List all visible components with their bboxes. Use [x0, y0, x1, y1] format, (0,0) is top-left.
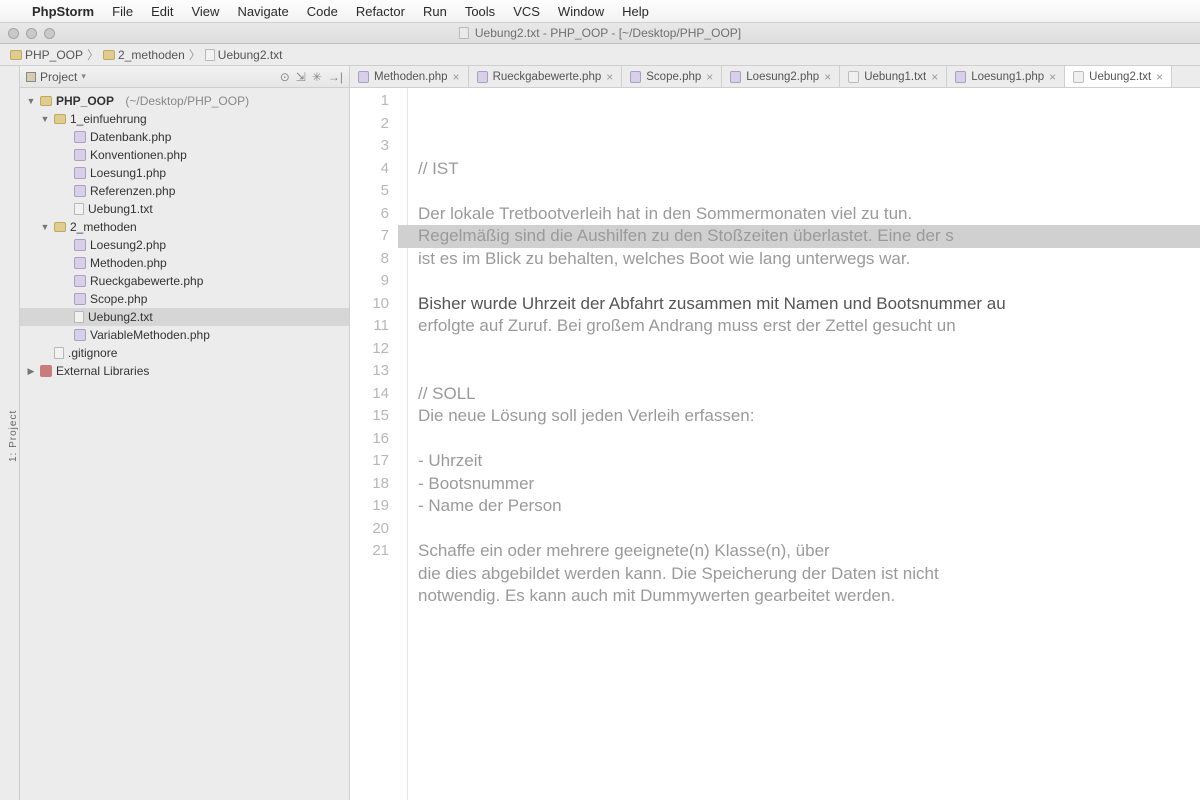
folder-icon	[54, 114, 66, 124]
window-titlebar: Uebung2.txt - PHP_OOP - [~/Desktop/PHP_O…	[0, 22, 1200, 44]
code-content[interactable]: // IST Der lokale Tretbootverleih hat in…	[408, 88, 1200, 800]
tree-root[interactable]: ▼PHP_OOP (~/Desktop/PHP_OOP)	[20, 92, 349, 110]
project-tool-button[interactable]: 1: Project	[8, 72, 19, 800]
tree-file[interactable]: Loesung2.php	[20, 236, 349, 254]
php-file-icon	[74, 167, 86, 179]
breadcrumb-item[interactable]: PHP_OOP	[10, 48, 83, 62]
scroll-from-source-icon[interactable]: ⊙	[280, 70, 290, 84]
breadcrumb-item[interactable]: Uebung2.txt	[205, 48, 283, 62]
text-file-icon	[848, 71, 859, 83]
tree-external-libraries[interactable]: ▶External Libraries	[20, 362, 349, 380]
close-tab-icon[interactable]: ×	[1156, 70, 1163, 84]
php-file-icon	[74, 257, 86, 269]
menu-tools[interactable]: Tools	[465, 4, 495, 19]
php-file-icon	[74, 329, 86, 341]
close-tab-icon[interactable]: ×	[824, 70, 831, 84]
window-title: Uebung2.txt - PHP_OOP - [~/Desktop/PHP_O…	[459, 26, 741, 40]
breadcrumb-item[interactable]: 2_methoden	[103, 48, 185, 62]
tree-file[interactable]: Rueckgabewerte.php	[20, 272, 349, 290]
window-minimize-icon[interactable]	[26, 28, 37, 39]
menu-refactor[interactable]: Refactor	[356, 4, 405, 19]
tree-file[interactable]: Uebung2.txt	[20, 308, 349, 326]
menu-code[interactable]: Code	[307, 4, 338, 19]
php-file-icon	[358, 71, 369, 83]
project-panel-header: Project ▾ ⊙ ⇲ ✳ →|	[20, 66, 349, 88]
tool-window-bar[interactable]: 1: Project	[0, 66, 20, 800]
folder-icon	[54, 222, 66, 232]
breadcrumb: PHP_OOP 〉 2_methoden 〉 Uebung2.txt	[0, 44, 1200, 66]
text-file-icon	[1073, 71, 1084, 83]
php-file-icon	[74, 275, 86, 287]
tree-folder[interactable]: ▼1_einfuehrung	[20, 110, 349, 128]
close-tab-icon[interactable]: ×	[931, 70, 938, 84]
menu-navigate[interactable]: Navigate	[237, 4, 288, 19]
tree-file[interactable]: Loesung1.php	[20, 164, 349, 182]
macos-menubar: PhpStorm File Edit View Navigate Code Re…	[0, 0, 1200, 22]
tree-file[interactable]: Methoden.php	[20, 254, 349, 272]
hide-icon[interactable]: →|	[328, 70, 343, 84]
window-zoom-icon[interactable]	[44, 28, 55, 39]
file-icon	[54, 347, 64, 359]
file-icon	[74, 203, 84, 215]
file-icon	[205, 49, 215, 61]
menu-help[interactable]: Help	[622, 4, 649, 19]
menu-view[interactable]: View	[191, 4, 219, 19]
project-icon	[26, 72, 36, 82]
close-tab-icon[interactable]: ×	[1049, 70, 1056, 84]
folder-icon	[103, 50, 115, 60]
php-file-icon	[74, 131, 86, 143]
tree-file[interactable]: Referenzen.php	[20, 182, 349, 200]
tab-uebung1-txt[interactable]: Uebung1.txt×	[840, 66, 947, 87]
document-icon	[459, 27, 469, 39]
app-name[interactable]: PhpStorm	[32, 4, 94, 19]
menu-file[interactable]: File	[112, 4, 133, 19]
tree-file[interactable]: VariableMethoden.php	[20, 326, 349, 344]
tree-file[interactable]: Scope.php	[20, 290, 349, 308]
tree-file[interactable]: Uebung1.txt	[20, 200, 349, 218]
tab-loesung2-php[interactable]: Loesung2.php×	[722, 66, 840, 87]
line-gutter: 123456789101112131415161718192021	[350, 88, 408, 800]
tab-methoden-php[interactable]: Methoden.php×	[350, 66, 469, 87]
tab-scope-php[interactable]: Scope.php×	[622, 66, 722, 87]
tab-loesung1-php[interactable]: Loesung1.php×	[947, 66, 1065, 87]
php-file-icon	[477, 71, 488, 83]
close-tab-icon[interactable]: ×	[706, 70, 713, 84]
window-close-icon[interactable]	[8, 28, 19, 39]
code-editor[interactable]: 123456789101112131415161718192021 // IST…	[350, 88, 1200, 800]
php-file-icon	[74, 293, 86, 305]
menu-vcs[interactable]: VCS	[513, 4, 540, 19]
editor-area: Methoden.php×Rueckgabewerte.php×Scope.ph…	[350, 66, 1200, 800]
close-tab-icon[interactable]: ×	[453, 70, 460, 84]
php-file-icon	[630, 71, 641, 83]
folder-icon	[10, 50, 22, 60]
php-file-icon	[74, 149, 86, 161]
library-icon	[40, 365, 52, 377]
tree-file[interactable]: Konventionen.php	[20, 146, 349, 164]
editor-tabs: Methoden.php×Rueckgabewerte.php×Scope.ph…	[350, 66, 1200, 88]
file-icon	[74, 311, 84, 323]
dropdown-icon[interactable]: ▾	[81, 71, 86, 82]
tree-folder[interactable]: ▼2_methoden	[20, 218, 349, 236]
menu-run[interactable]: Run	[423, 4, 447, 19]
project-tree: ▼PHP_OOP (~/Desktop/PHP_OOP) ▼1_einfuehr…	[20, 88, 349, 384]
menu-edit[interactable]: Edit	[151, 4, 173, 19]
tree-file[interactable]: Datenbank.php	[20, 128, 349, 146]
menu-window[interactable]: Window	[558, 4, 604, 19]
close-tab-icon[interactable]: ×	[606, 70, 613, 84]
php-file-icon	[74, 239, 86, 251]
tree-file[interactable]: .gitignore	[20, 344, 349, 362]
project-panel: Project ▾ ⊙ ⇲ ✳ →| ▼PHP_OOP (~/Desktop/P…	[20, 66, 350, 800]
gear-icon[interactable]: ✳	[312, 70, 322, 84]
tab-uebung2-txt[interactable]: Uebung2.txt×	[1065, 66, 1172, 87]
collapse-all-icon[interactable]: ⇲	[296, 70, 306, 84]
folder-icon	[40, 96, 52, 106]
php-file-icon	[730, 71, 741, 83]
tab-rueckgabewerte-php[interactable]: Rueckgabewerte.php×	[469, 66, 623, 87]
php-file-icon	[955, 71, 966, 83]
php-file-icon	[74, 185, 86, 197]
